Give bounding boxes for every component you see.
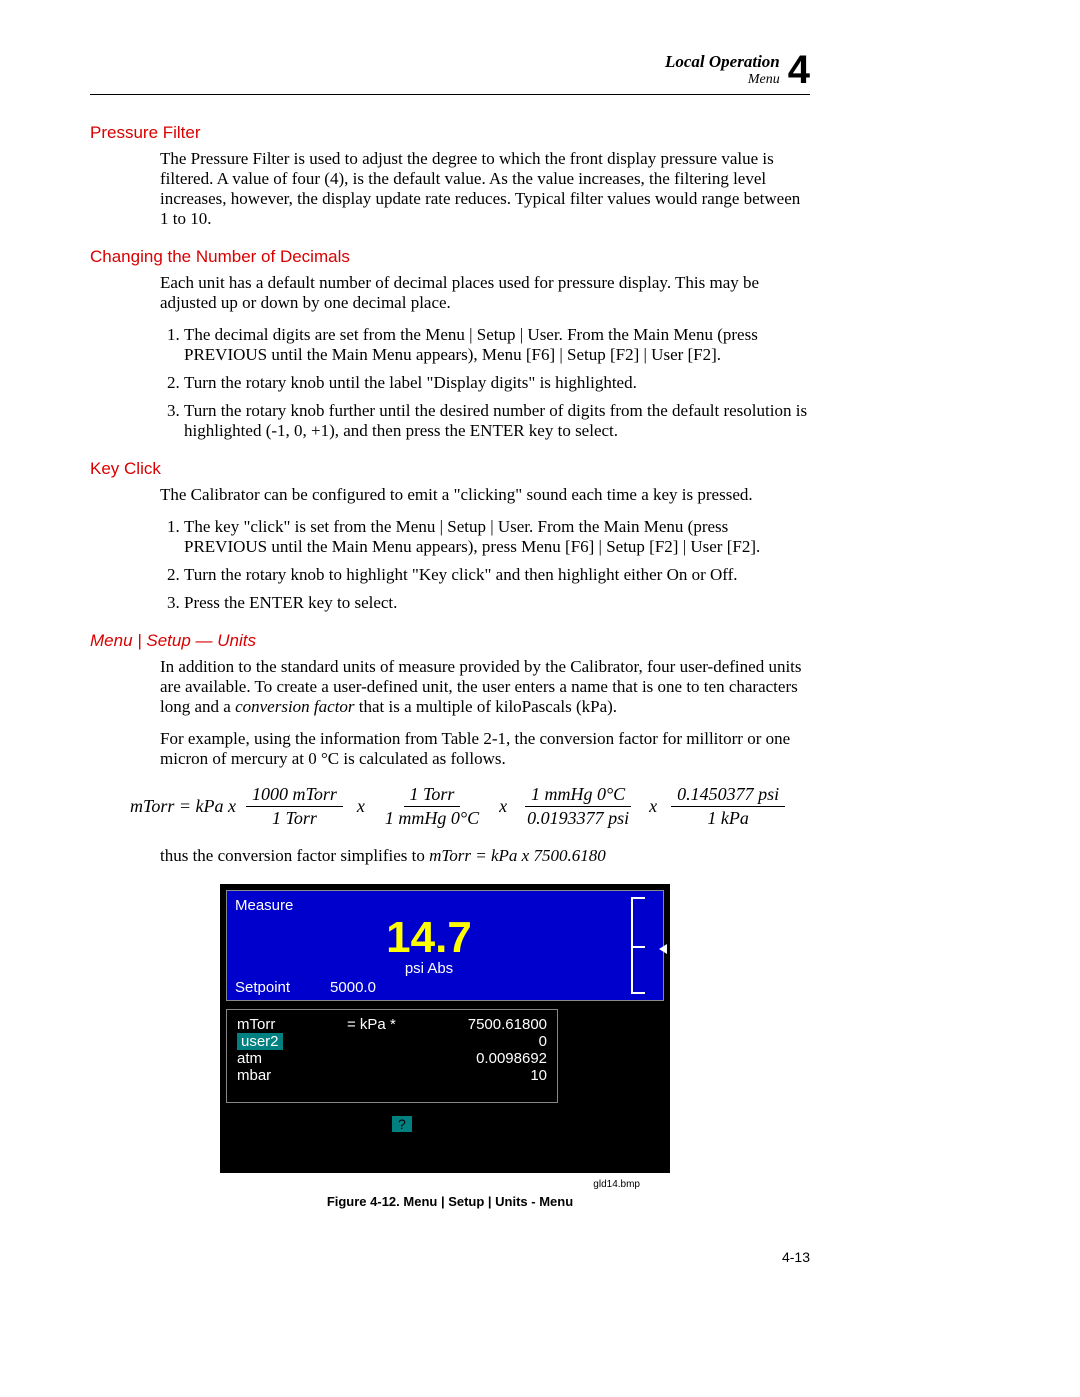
list-item: Press the ENTER key to select.: [184, 593, 810, 613]
heading-decimals: Changing the Number of Decimals: [90, 247, 810, 267]
eq-times: x: [495, 796, 511, 817]
heading-units: Menu | Setup — Units: [90, 631, 810, 651]
measure-value: 14.7: [235, 916, 623, 960]
table-row[interactable]: atm 0.0098692: [237, 1050, 547, 1067]
header-text: Local Operation Menu: [665, 52, 780, 88]
eq-frac-1: 1000 mTorr 1 Torr: [246, 783, 343, 829]
header-subtitle: Menu: [665, 72, 780, 88]
list-item: Turn the rotary knob to highlight "Key c…: [184, 565, 810, 585]
table-row[interactable]: mbar 10: [237, 1067, 547, 1084]
units-table: = kPa * mTorr 7500.61800 user2 0 atm 0.0…: [226, 1009, 558, 1103]
units-para1-em: conversion factor: [235, 697, 354, 716]
pointer-icon: [659, 944, 667, 954]
eq-times: x: [645, 796, 661, 817]
figure-caption: Figure 4-12. Menu | Setup | Units - Menu: [90, 1194, 810, 1209]
unit-name: atm: [237, 1050, 262, 1067]
key-click-steps: The key "click" is set from the Menu | S…: [160, 517, 810, 613]
measure-units: psi Abs: [235, 960, 623, 977]
chapter-number: 4: [788, 50, 810, 90]
conversion-equation: mTorr = kPa x 1000 mTorr 1 Torr x 1 Torr…: [130, 783, 810, 829]
heading-key-click: Key Click: [90, 459, 810, 479]
unit-name: mTorr: [237, 1016, 275, 1033]
setpoint-label: Setpoint: [235, 979, 290, 996]
eq-frac-3: 1 mmHg 0°C 0.0193377 psi: [521, 783, 635, 829]
decimals-intro: Each unit has a default number of decima…: [160, 273, 810, 313]
eq-frac-2: 1 Torr 1 mmHg 0°C: [379, 783, 485, 829]
units-para2: For example, using the information from …: [160, 729, 810, 769]
page-header: Local Operation Menu 4: [90, 50, 810, 95]
header-title: Local Operation: [665, 52, 780, 72]
page-number: 4-13: [90, 1249, 810, 1265]
unit-value: 0: [539, 1033, 547, 1050]
figure-filename: gld14.bmp: [90, 1179, 640, 1190]
unit-name: user2: [237, 1033, 283, 1050]
unit-value: 10: [530, 1067, 547, 1084]
help-button[interactable]: ?: [392, 1116, 412, 1132]
pressure-filter-body: The Pressure Filter is used to adjust th…: [160, 149, 810, 229]
unit-name: mbar: [237, 1067, 271, 1084]
setpoint-value: 5000.0: [330, 979, 376, 996]
unit-value: 0.0098692: [476, 1050, 547, 1067]
table-row[interactable]: user2 0: [237, 1033, 547, 1050]
scale-bar: [631, 897, 659, 994]
kpa-header: = kPa *: [347, 1016, 396, 1033]
unit-value: 7500.61800: [468, 1016, 547, 1033]
decimals-steps: The decimal digits are set from the Menu…: [160, 325, 810, 441]
instrument-screenshot: Edit Name Measure 14.7 psi Abs Setpoint …: [220, 884, 670, 1173]
list-item: The key "click" is set from the Menu | S…: [184, 517, 810, 557]
eq-simplify: thus the conversion factor simplifies to…: [160, 846, 810, 866]
list-item: Turn the rotary knob until the label "Di…: [184, 373, 810, 393]
list-item: The decimal digits are set from the Menu…: [184, 325, 810, 365]
key-click-intro: The Calibrator can be configured to emit…: [160, 485, 810, 505]
heading-pressure-filter: Pressure Filter: [90, 123, 810, 143]
eq-times: x: [353, 796, 369, 817]
eq-lhs: mTorr = kPa x: [130, 796, 236, 817]
measure-panel: Measure 14.7 psi Abs Setpoint 5000.0: [226, 890, 664, 1001]
units-para1-b: that is a multiple of kiloPascals (kPa).: [355, 697, 618, 716]
measure-label: Measure: [235, 897, 623, 914]
units-para1: In addition to the standard units of mea…: [160, 657, 810, 717]
list-item: Turn the rotary knob further until the d…: [184, 401, 810, 441]
eq-frac-4: 0.1450377 psi 1 kPa: [671, 783, 785, 829]
